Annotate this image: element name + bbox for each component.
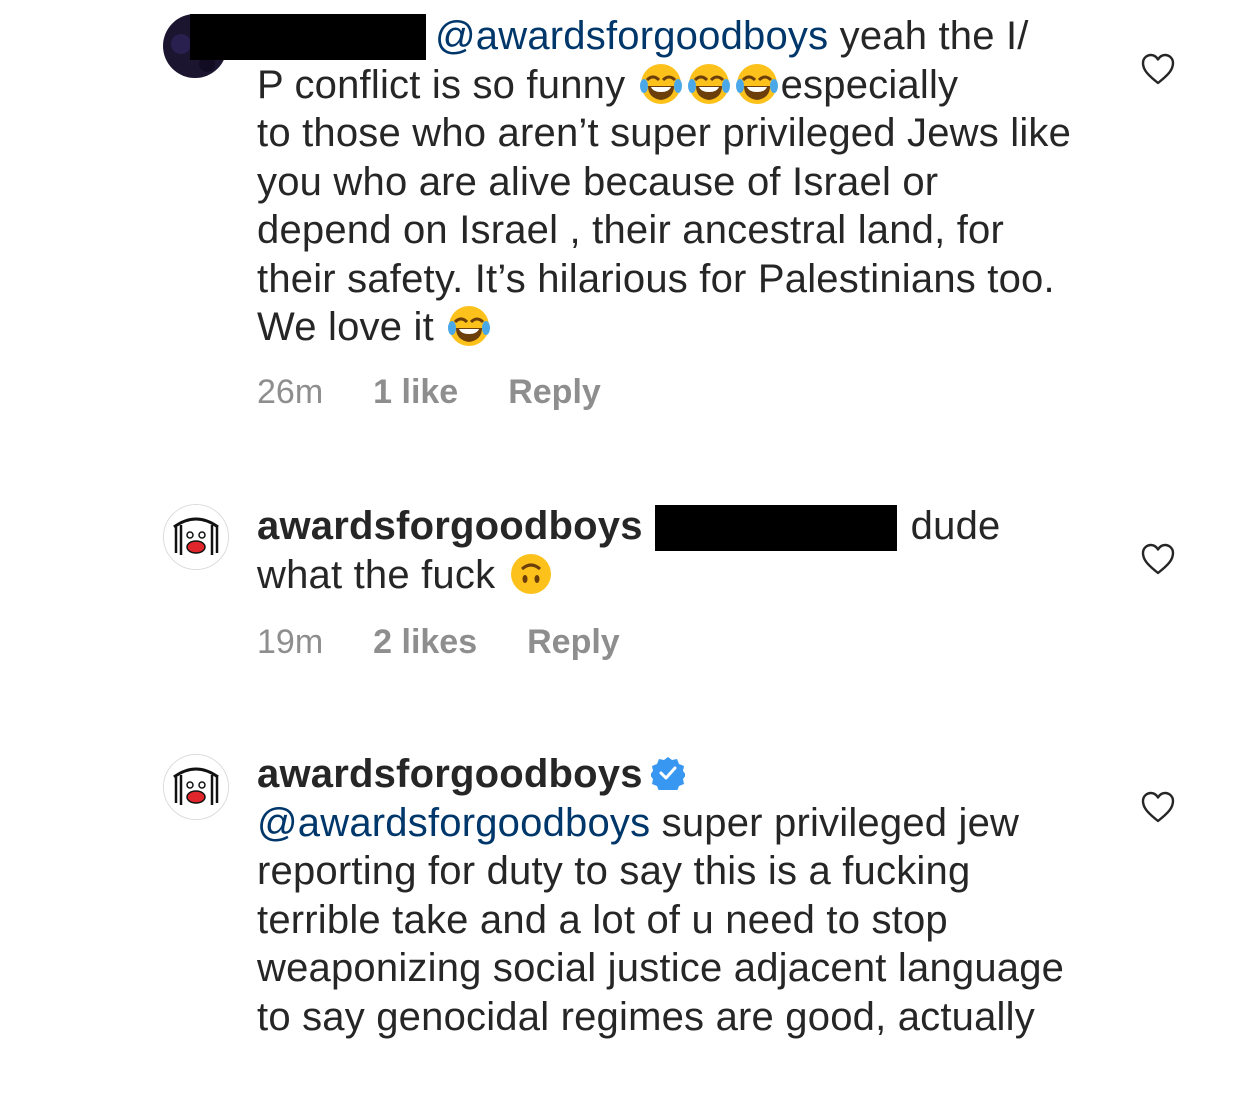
comment-text: to those who aren’t super privileged Jew… bbox=[257, 111, 1072, 349]
comment-username[interactable]: awardsforgoodboys bbox=[257, 504, 643, 548]
comment-text: dude bbox=[910, 504, 1001, 548]
reply-button[interactable]: Reply bbox=[527, 623, 620, 662]
laughing-tears-emoji bbox=[687, 62, 731, 106]
comment-1-text: @awardsforgoodboys yeah the I/ P conflic… bbox=[257, 12, 1087, 352]
comment-text: yeah the I/ bbox=[828, 14, 1029, 58]
upside-down-face-emoji bbox=[509, 552, 553, 596]
heart-outline-icon[interactable] bbox=[1140, 542, 1176, 576]
verified-badge-icon bbox=[649, 753, 686, 793]
reply-button[interactable]: Reply bbox=[508, 373, 601, 412]
avatar-drawing[interactable] bbox=[163, 504, 229, 570]
likes-count[interactable]: 1 like bbox=[373, 373, 458, 412]
avatar-drawing[interactable] bbox=[163, 754, 229, 820]
mention-link[interactable]: @awardsforgoodboys bbox=[435, 14, 828, 58]
comment-2-meta: 19m 2 likes Reply bbox=[257, 623, 620, 662]
comment-username[interactable]: awardsforgoodboys bbox=[257, 752, 643, 796]
heart-outline-icon[interactable] bbox=[1140, 52, 1176, 86]
likes-count[interactable]: 2 likes bbox=[373, 623, 477, 662]
comment-time: 19m bbox=[257, 623, 324, 661]
mention-link[interactable]: @awardsforgoodboys bbox=[257, 801, 650, 845]
comment-3-text: awardsforgoodboys @awardsforgoodboys sup… bbox=[257, 750, 1077, 1041]
comment-text: especially bbox=[780, 62, 959, 107]
comment-time: 26m bbox=[257, 373, 324, 411]
comment-2-text: awardsforgoodboys dude what the fuck bbox=[257, 502, 1087, 600]
redacted-mention bbox=[654, 505, 897, 551]
laughing-tears-emoji bbox=[735, 62, 779, 106]
laughing-tears-emoji bbox=[639, 62, 683, 106]
comment-1-meta: 26m 1 like Reply bbox=[257, 373, 601, 412]
heart-outline-icon[interactable] bbox=[1140, 790, 1176, 824]
comment-text: P conflict is so funny bbox=[257, 62, 637, 107]
laughing-tears-emoji bbox=[447, 304, 491, 348]
comment-text: what the fuck bbox=[257, 553, 507, 597]
